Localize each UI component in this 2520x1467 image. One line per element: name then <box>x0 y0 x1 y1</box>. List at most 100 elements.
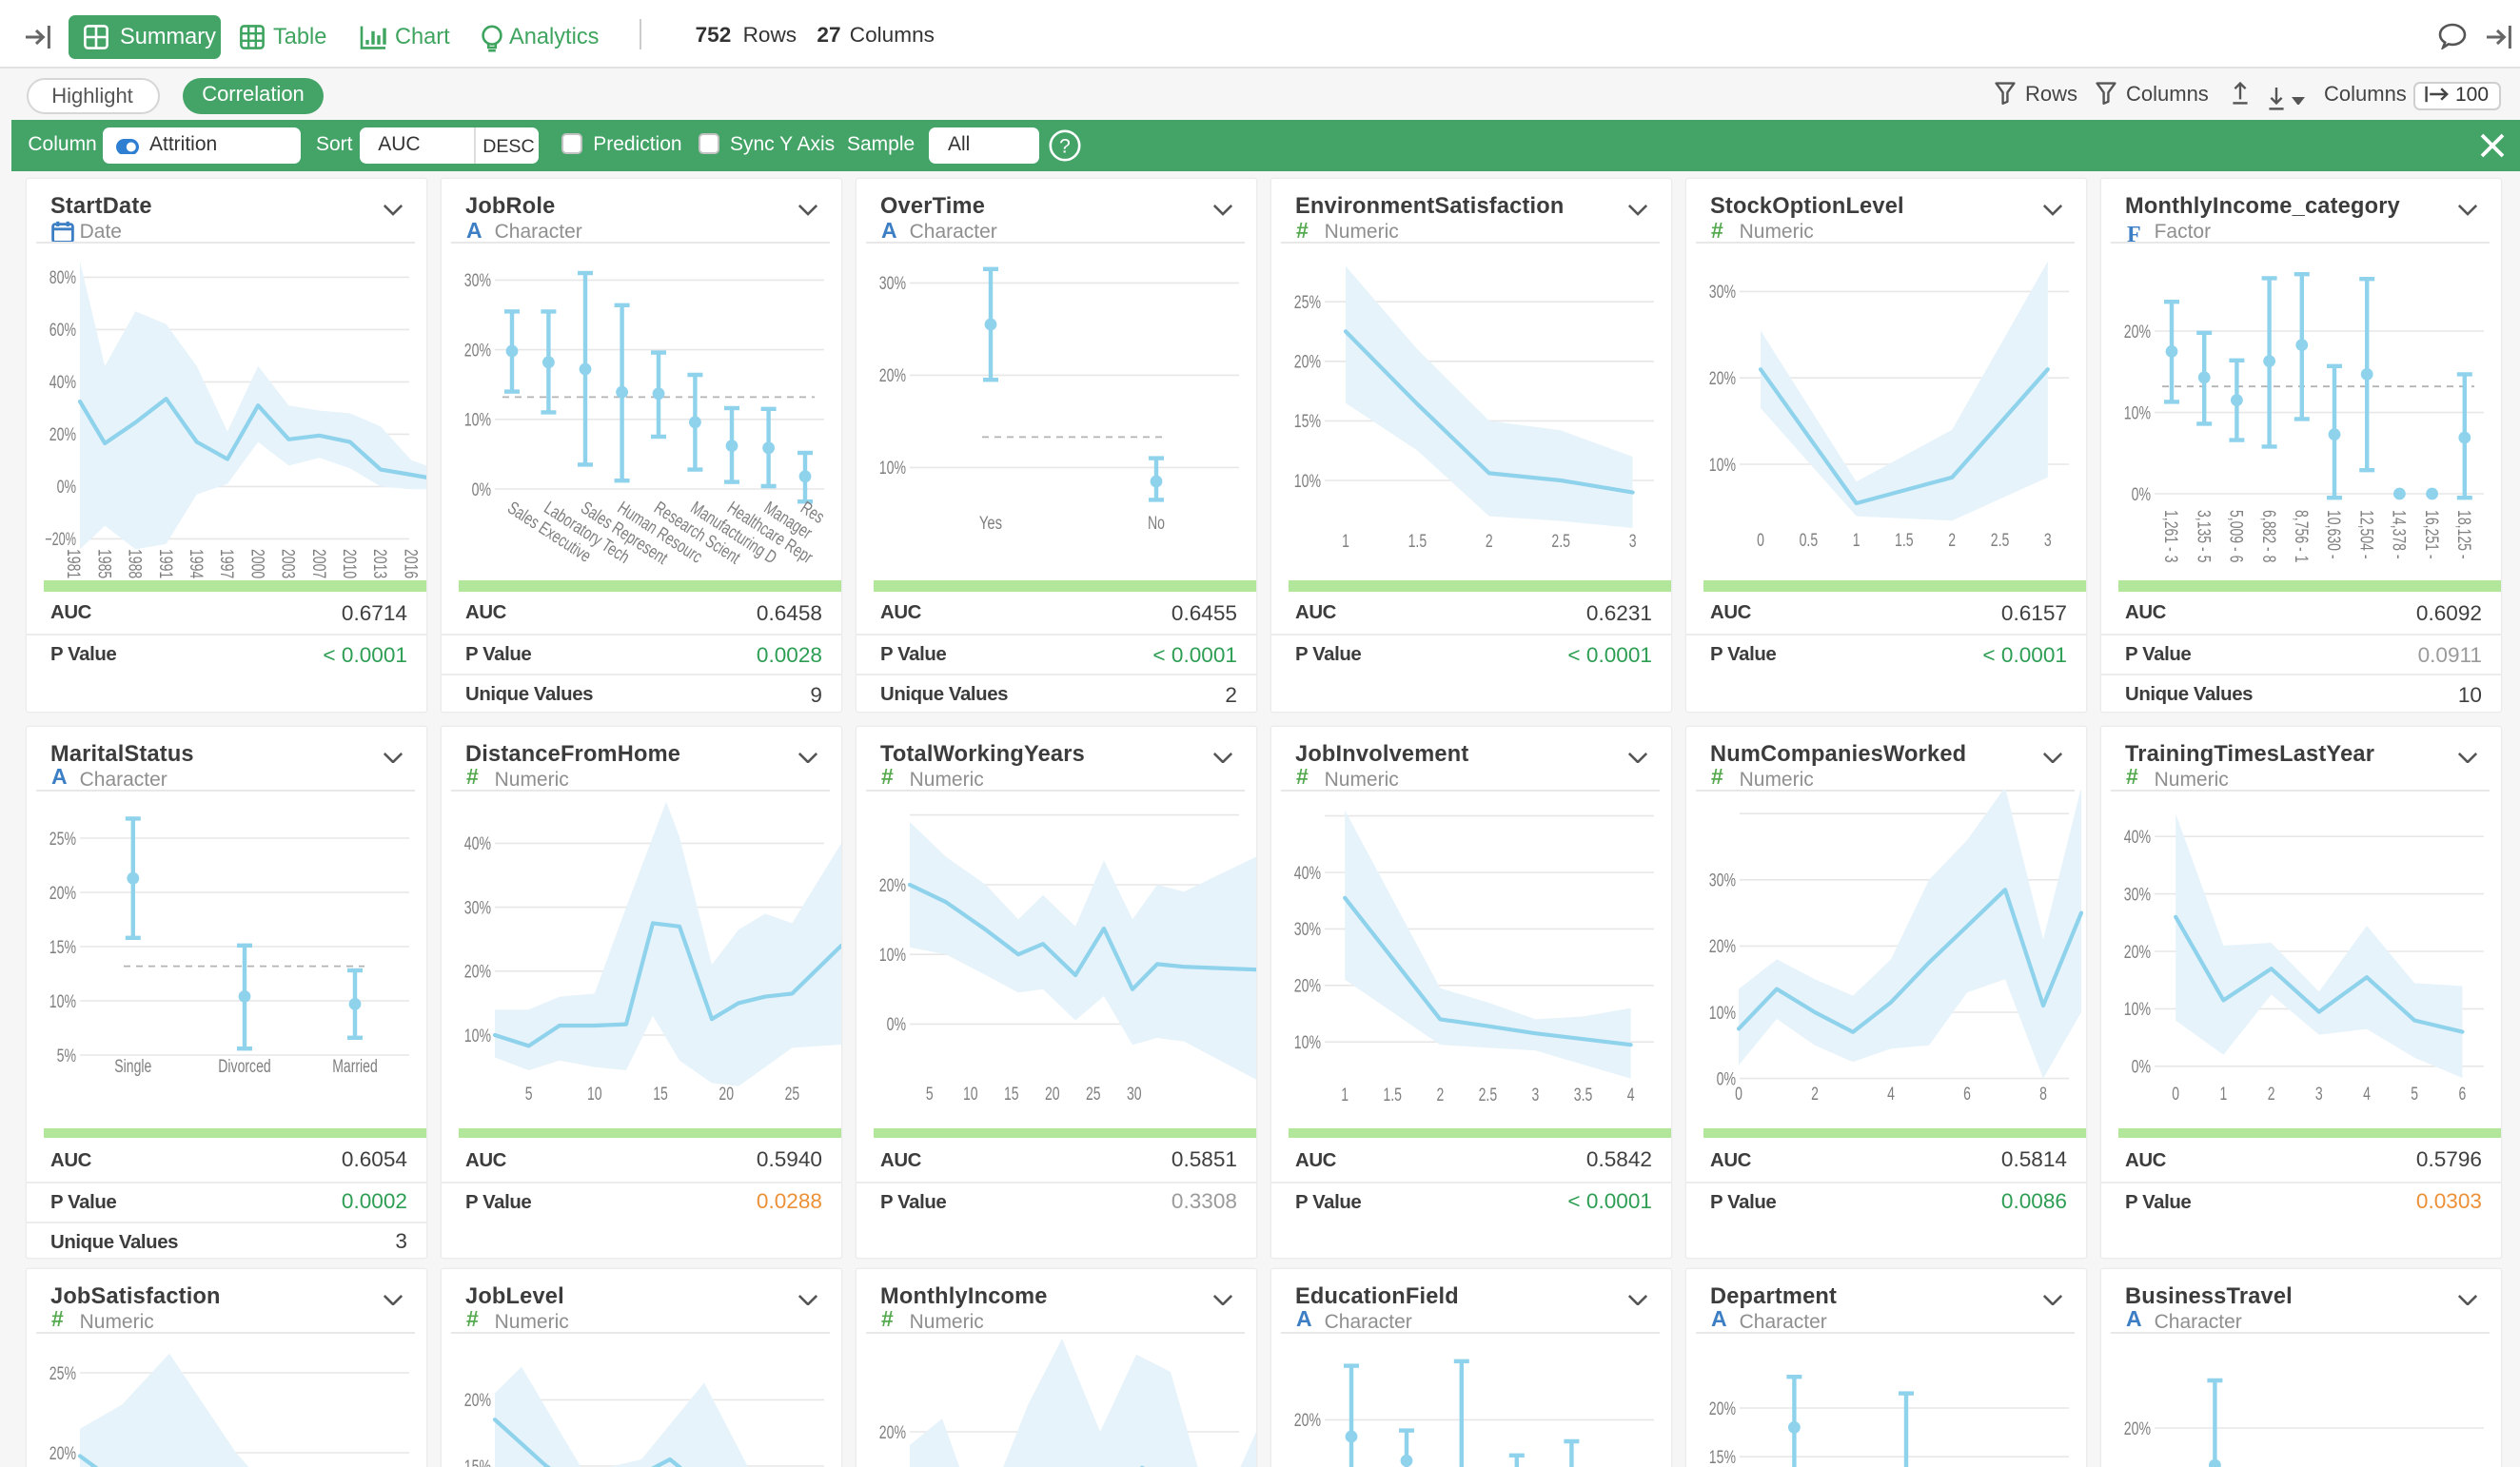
svg-text:25%: 25% <box>49 829 75 849</box>
svg-text:16,251 -: 16,251 - <box>2420 510 2440 559</box>
svg-text:20: 20 <box>1044 1084 1059 1104</box>
svg-text:10%: 10% <box>463 1026 490 1046</box>
svg-text:1: 1 <box>1341 532 1349 552</box>
svg-text:1: 1 <box>1852 531 1860 551</box>
svg-text:2: 2 <box>1485 532 1492 552</box>
svg-text:20%: 20% <box>463 341 490 361</box>
svg-text:30: 30 <box>1126 1084 1141 1104</box>
svg-text:1.5: 1.5 <box>1408 532 1427 552</box>
svg-text:2003: 2003 <box>277 549 297 578</box>
svg-text:0%: 0% <box>471 480 490 500</box>
svg-text:3: 3 <box>2314 1084 2322 1104</box>
svg-text:0%: 0% <box>2131 485 2150 505</box>
svg-text:10%: 10% <box>878 945 905 965</box>
svg-text:3: 3 <box>2043 531 2051 551</box>
svg-text:10%: 10% <box>1293 1032 1320 1052</box>
svg-text:8,756 - 1: 8,756 - 1 <box>2290 510 2310 562</box>
svg-text:25%: 25% <box>49 1363 75 1383</box>
svg-text:20%: 20% <box>1293 1410 1320 1430</box>
svg-text:20%: 20% <box>2123 942 2150 962</box>
svg-text:1.5: 1.5 <box>1894 531 1913 551</box>
svg-text:20%: 20% <box>49 425 75 445</box>
svg-text:30%: 30% <box>463 271 490 291</box>
svg-text:Yes: Yes <box>978 514 1001 534</box>
svg-text:20%: 20% <box>463 962 490 982</box>
svg-text:10%: 10% <box>1293 472 1320 492</box>
svg-text:20%: 20% <box>49 883 75 903</box>
svg-text:6: 6 <box>1962 1084 1970 1104</box>
svg-text:30%: 30% <box>1293 919 1320 939</box>
svg-text:40%: 40% <box>463 833 490 853</box>
svg-text:6,882 - 8: 6,882 - 8 <box>2257 510 2277 562</box>
svg-text:1.5: 1.5 <box>1382 1085 1401 1105</box>
svg-text:30%: 30% <box>463 897 490 917</box>
svg-text:1985: 1985 <box>92 549 112 578</box>
svg-text:3: 3 <box>1628 532 1636 552</box>
svg-text:5: 5 <box>925 1084 933 1104</box>
svg-text:3,135 - 5: 3,135 - 5 <box>2192 510 2212 562</box>
svg-text:10%: 10% <box>463 411 490 431</box>
svg-text:4: 4 <box>2362 1084 2370 1104</box>
svg-text:0%: 0% <box>1716 1068 1735 1088</box>
svg-text:20%: 20% <box>2123 1418 2150 1438</box>
svg-text:5,009 - 6: 5,009 - 6 <box>2225 510 2245 562</box>
svg-text:15%: 15% <box>1708 1447 1735 1467</box>
svg-text:14,378 -: 14,378 - <box>2388 510 2408 559</box>
svg-text:Divorced: Divorced <box>217 1056 269 1076</box>
svg-text:10,630 -: 10,630 - <box>2322 510 2342 559</box>
svg-text:?: ? <box>1058 135 1070 157</box>
svg-text:15%: 15% <box>49 937 75 957</box>
svg-text:Single: Single <box>113 1056 150 1076</box>
svg-text:1994: 1994 <box>185 549 205 579</box>
svg-text:1981: 1981 <box>62 549 82 578</box>
svg-text:1: 1 <box>2219 1084 2227 1104</box>
svg-text:18,125 -: 18,125 - <box>2452 510 2472 559</box>
svg-text:15%: 15% <box>463 1457 490 1467</box>
svg-text:30%: 30% <box>878 274 905 294</box>
svg-text:No: No <box>1147 514 1164 534</box>
svg-text:10%: 10% <box>1708 1003 1735 1023</box>
svg-text:25: 25 <box>784 1084 799 1104</box>
svg-text:2007: 2007 <box>307 549 327 578</box>
svg-text:20%: 20% <box>49 1443 75 1463</box>
svg-text:1988: 1988 <box>124 549 144 578</box>
svg-text:2016: 2016 <box>399 549 419 578</box>
svg-text:2: 2 <box>1947 531 1955 551</box>
svg-text:−20%: −20% <box>44 530 75 550</box>
svg-text:10%: 10% <box>1708 456 1735 476</box>
svg-text:5%: 5% <box>56 1046 75 1066</box>
svg-text:1: 1 <box>1340 1085 1348 1105</box>
svg-text:0.5: 0.5 <box>1799 531 1818 551</box>
svg-text:30%: 30% <box>2123 884 2150 904</box>
svg-text:Married: Married <box>331 1056 377 1076</box>
svg-text:6: 6 <box>2458 1084 2466 1104</box>
svg-text:0: 0 <box>2171 1084 2178 1104</box>
svg-text:2: 2 <box>1436 1085 1444 1105</box>
svg-text:0: 0 <box>1734 1084 1742 1104</box>
svg-text:10: 10 <box>962 1084 977 1104</box>
svg-text:5: 5 <box>524 1084 532 1104</box>
svg-text:2: 2 <box>1810 1084 1818 1104</box>
svg-text:10%: 10% <box>878 459 905 479</box>
svg-text:25%: 25% <box>1293 293 1320 313</box>
svg-text:2013: 2013 <box>368 549 388 578</box>
svg-text:1,261 - 3: 1,261 - 3 <box>2159 510 2179 562</box>
svg-text:20%: 20% <box>1293 353 1320 373</box>
svg-text:30%: 30% <box>1708 870 1735 890</box>
svg-text:1997: 1997 <box>215 549 235 578</box>
svg-text:20%: 20% <box>1708 1399 1735 1418</box>
svg-text:3: 3 <box>1531 1085 1539 1105</box>
svg-text:2000: 2000 <box>246 549 266 578</box>
svg-text:2.5: 2.5 <box>1550 532 1569 552</box>
svg-text:10%: 10% <box>2123 403 2150 423</box>
svg-text:0%: 0% <box>886 1014 905 1034</box>
svg-text:20%: 20% <box>878 1422 905 1442</box>
svg-text:4: 4 <box>1626 1085 1634 1105</box>
svg-text:20%: 20% <box>2123 323 2150 342</box>
svg-text:20: 20 <box>718 1084 733 1104</box>
svg-text:10: 10 <box>586 1084 601 1104</box>
svg-text:30%: 30% <box>1708 283 1735 303</box>
svg-text:80%: 80% <box>49 268 75 288</box>
svg-text:60%: 60% <box>49 321 75 341</box>
svg-text:3.5: 3.5 <box>1573 1085 1592 1105</box>
